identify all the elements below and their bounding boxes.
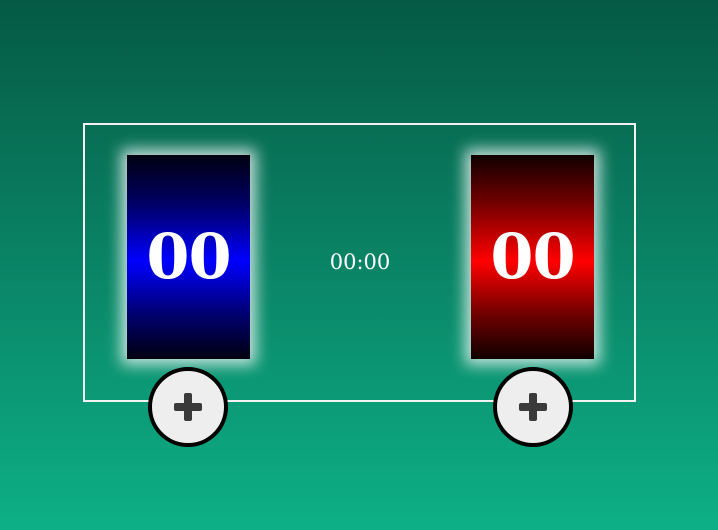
away-score-value: 00 — [490, 220, 575, 293]
home-score-value: 00 — [146, 220, 231, 293]
timer-display: 00:00 — [329, 250, 391, 274]
home-add-point-button[interactable] — [148, 367, 228, 447]
home-score-card: 00 — [127, 155, 250, 359]
away-add-point-button[interactable] — [493, 367, 573, 447]
plus-icon — [519, 393, 547, 421]
plus-icon — [174, 393, 202, 421]
away-score-card: 00 — [471, 155, 594, 359]
